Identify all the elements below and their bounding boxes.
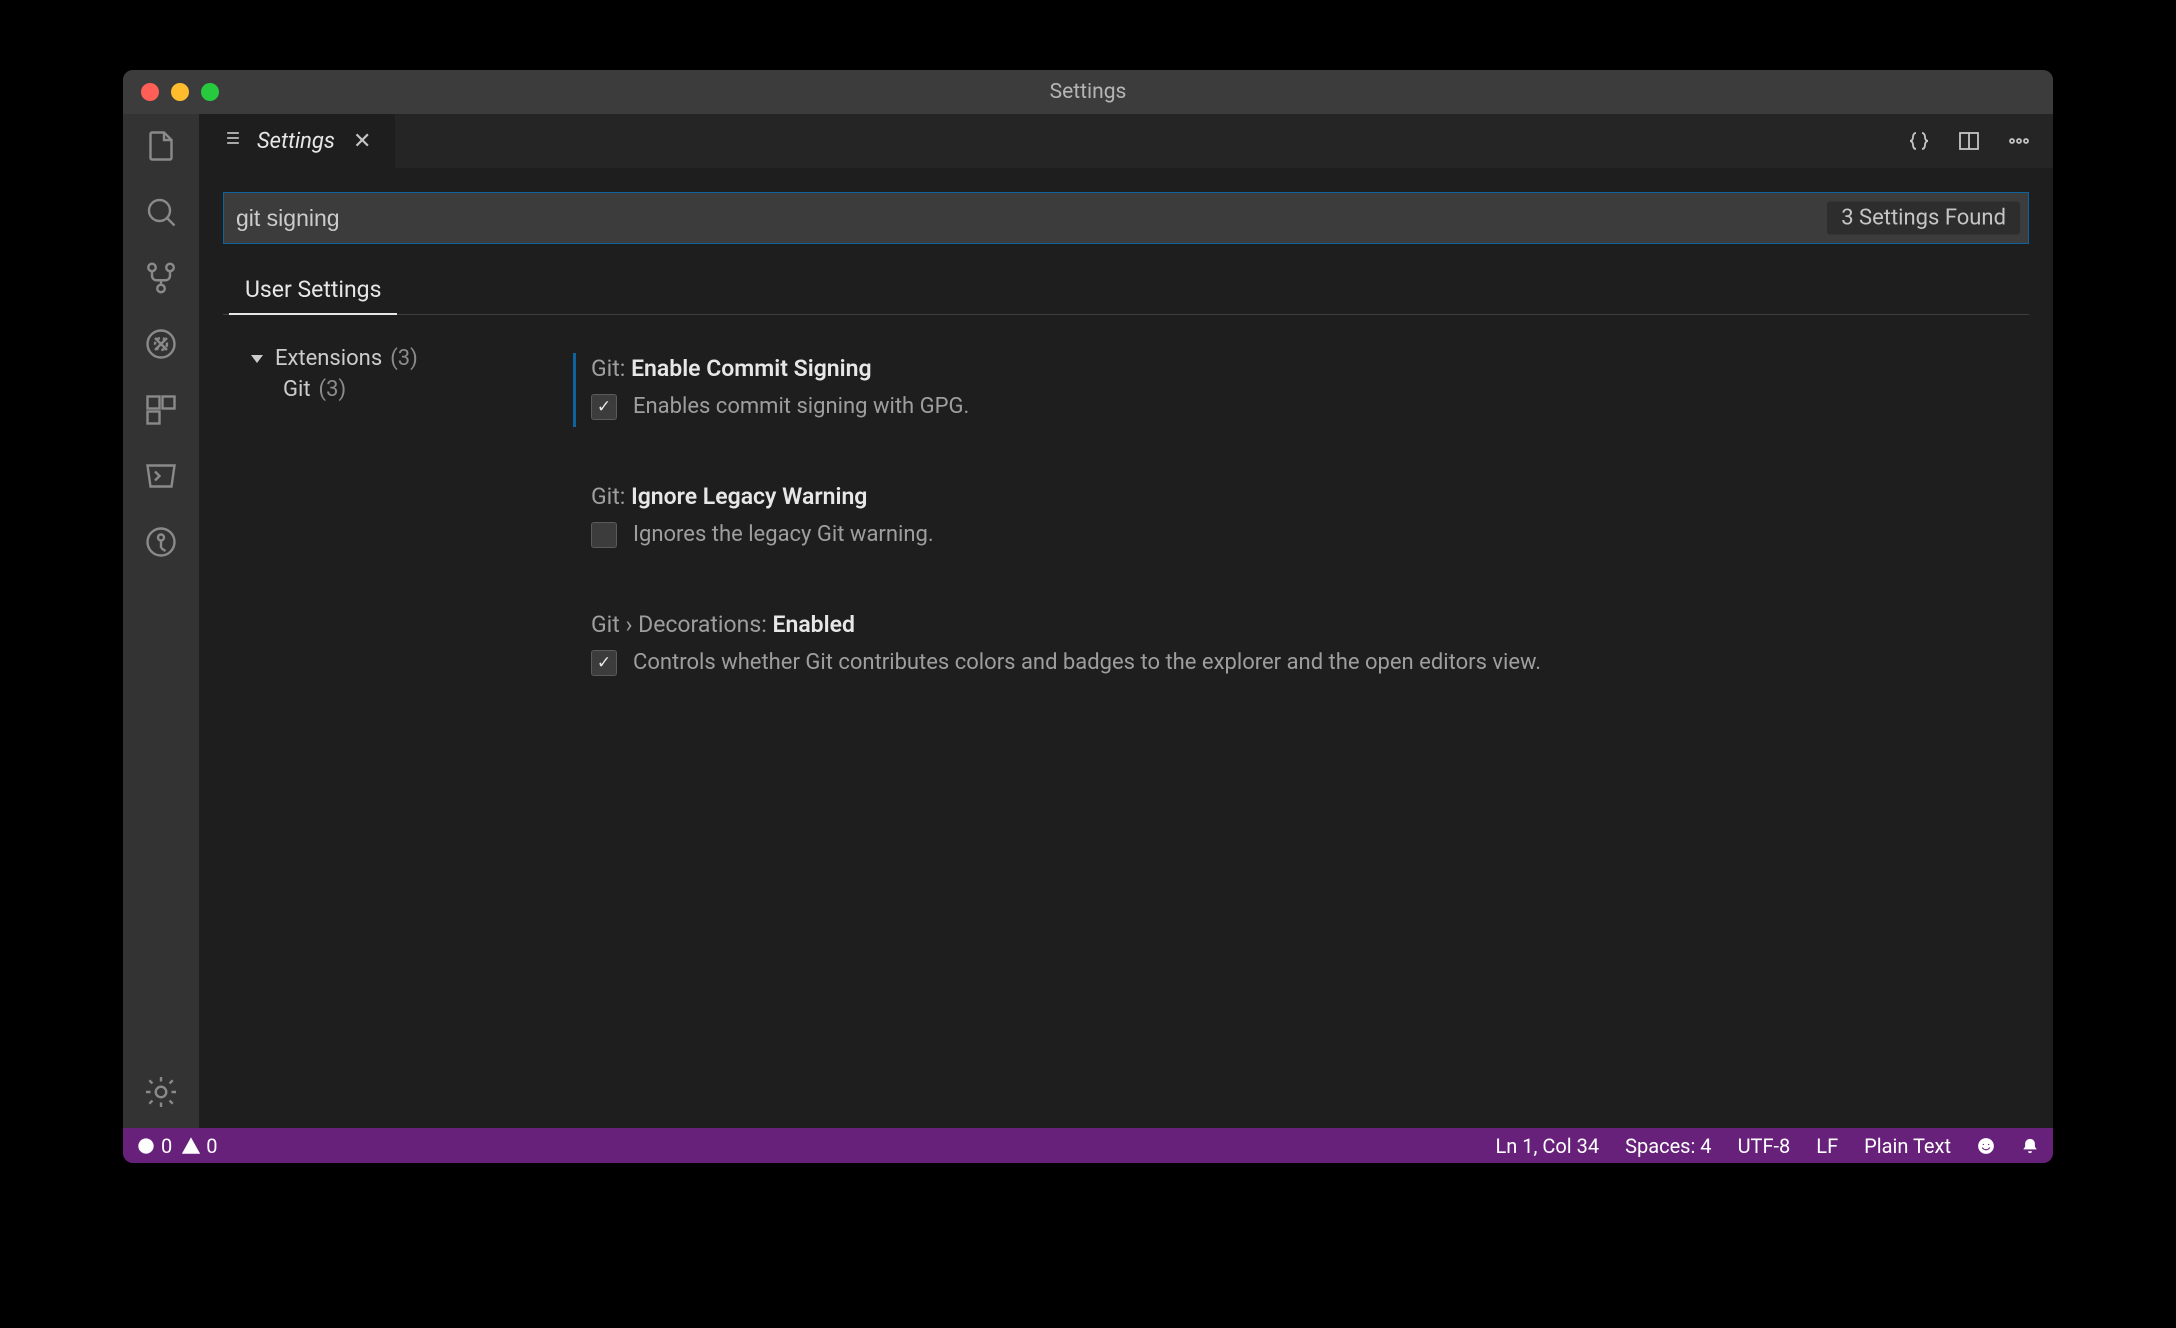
setting-description: Controls whether Git contributes colors … — [633, 648, 1541, 679]
settings-gear-icon[interactable] — [143, 1074, 179, 1110]
setting-scope: Git: — [591, 355, 625, 382]
toc-count: (3) — [319, 377, 347, 402]
tab-bar: Settings ✕ — [199, 114, 2053, 168]
status-errors-count: 0 — [161, 1134, 172, 1158]
toc-label: Extensions — [275, 346, 382, 371]
search-results-count: 3 Settings Found — [1827, 202, 2020, 235]
setting-key: Enable Commit Signing — [631, 355, 871, 382]
search-icon[interactable] — [143, 194, 179, 230]
tab-label: Settings — [257, 129, 335, 154]
setting-key: Enabled — [773, 611, 855, 638]
status-indentation[interactable]: Spaces: 4 — [1625, 1134, 1711, 1158]
settings-search-input[interactable] — [236, 193, 2028, 243]
status-eol[interactable]: LF — [1816, 1134, 1838, 1158]
debug-icon[interactable] — [143, 326, 179, 362]
split-editor-icon[interactable] — [1955, 127, 1983, 155]
toc-label: Git — [283, 377, 311, 402]
editor-area: Settings ✕ 3 — [199, 114, 2053, 1128]
status-cursor-position[interactable]: Ln 1, Col 34 — [1495, 1134, 1599, 1158]
settings-content: Extensions (3) Git (3) Git: Enable — [223, 333, 2029, 1128]
close-window-button[interactable] — [141, 83, 159, 101]
setting-scope: Git › Decorations: — [591, 611, 767, 638]
setting-description: Ignores the legacy Git warning. — [633, 520, 934, 551]
explorer-icon[interactable] — [143, 128, 179, 164]
setting-checkbox[interactable]: ✓ — [591, 650, 617, 676]
settings-toc: Extensions (3) Git (3) — [223, 333, 553, 1128]
setting-title: Git › Decorations: Enabled — [591, 611, 2011, 638]
more-actions-icon[interactable] — [2005, 127, 2033, 155]
extensions-icon[interactable] — [143, 392, 179, 428]
terminal-icon[interactable] — [143, 458, 179, 494]
status-warnings-count: 0 — [206, 1134, 217, 1158]
app-window: Settings — [123, 70, 2053, 1163]
titlebar: Settings — [123, 70, 2053, 114]
setting-title: Git: Enable Commit Signing — [591, 355, 2011, 382]
minimize-window-button[interactable] — [171, 83, 189, 101]
setting-git-ignore-legacy-warning: Git: Ignore Legacy Warning Ignores the l… — [573, 471, 2029, 577]
tab-actions — [1905, 114, 2053, 168]
settings-search-box: 3 Settings Found — [223, 192, 2029, 244]
status-warnings[interactable]: 0 — [182, 1134, 217, 1158]
status-language-mode[interactable]: Plain Text — [1864, 1134, 1951, 1158]
status-encoding[interactable]: UTF-8 — [1738, 1134, 1791, 1158]
setting-checkbox[interactable] — [591, 522, 617, 548]
git-lens-icon[interactable] — [143, 524, 179, 560]
chevron-down-icon — [251, 355, 263, 363]
setting-checkbox[interactable]: ✓ — [591, 394, 617, 420]
settings-tab-icon — [223, 128, 243, 154]
status-errors[interactable]: 0 — [137, 1134, 172, 1158]
traffic-lights — [123, 83, 219, 101]
setting-git-enable-commit-signing: Git: Enable Commit Signing ✓ Enables com… — [573, 343, 2029, 449]
toc-git[interactable]: Git (3) — [223, 374, 553, 405]
setting-description: Enables commit signing with GPG. — [633, 392, 969, 423]
setting-scope: Git: — [591, 483, 625, 510]
setting-title: Git: Ignore Legacy Warning — [591, 483, 2011, 510]
activity-bar — [123, 114, 199, 1128]
setting-git-decorations-enabled: Git › Decorations: Enabled ✓ Controls wh… — [573, 599, 2029, 705]
user-settings-tab[interactable]: User Settings — [229, 266, 397, 315]
open-settings-json-icon[interactable] — [1905, 127, 1933, 155]
maximize-window-button[interactable] — [201, 83, 219, 101]
notifications-icon[interactable] — [2021, 1137, 2039, 1155]
window-title: Settings — [123, 80, 2053, 104]
app-body: Settings ✕ 3 — [123, 114, 2053, 1128]
setting-key: Ignore Legacy Warning — [631, 483, 867, 510]
settings-scope-tabs: User Settings — [223, 266, 2029, 315]
feedback-icon[interactable] — [1977, 1137, 1995, 1155]
source-control-icon[interactable] — [143, 260, 179, 296]
tab-settings[interactable]: Settings ✕ — [199, 114, 395, 168]
settings-editor: 3 Settings Found User Settings Extension… — [199, 168, 2053, 1128]
toc-extensions[interactable]: Extensions (3) — [223, 343, 553, 374]
settings-results: Git: Enable Commit Signing ✓ Enables com… — [553, 333, 2029, 1128]
toc-count: (3) — [390, 346, 418, 371]
close-tab-icon[interactable]: ✕ — [349, 129, 375, 154]
status-bar: 0 0 Ln 1, Col 34 Spaces: 4 UTF-8 LF Plai… — [123, 1128, 2053, 1163]
